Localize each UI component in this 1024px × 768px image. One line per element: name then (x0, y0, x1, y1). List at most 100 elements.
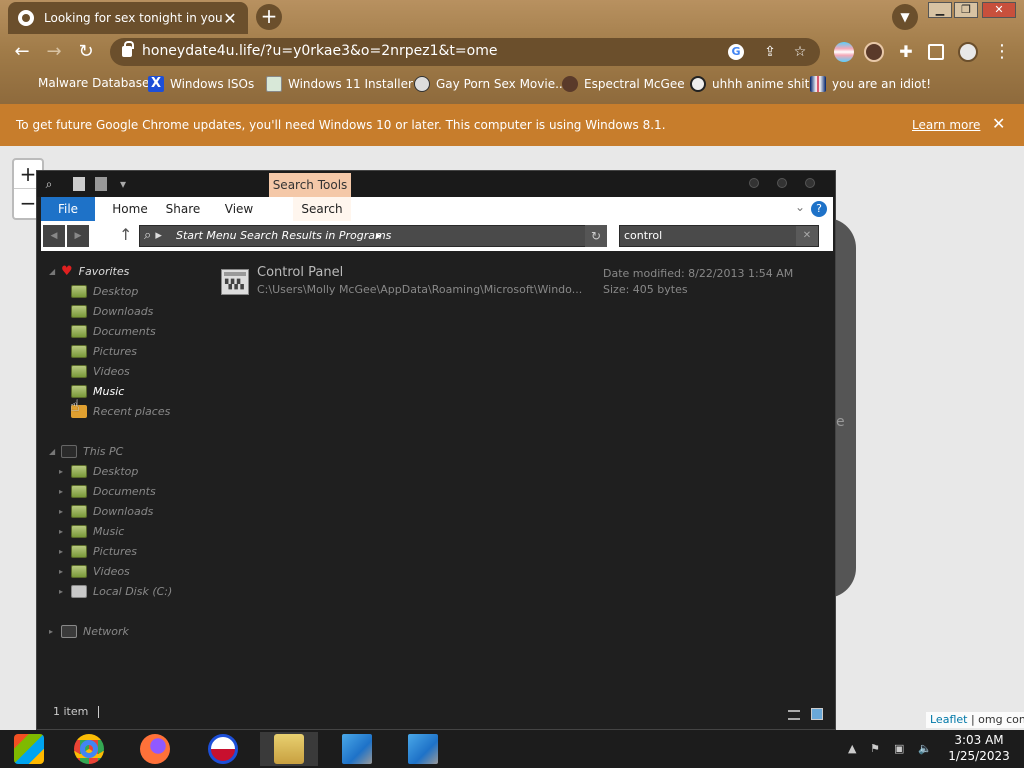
tab-view[interactable]: View (217, 197, 261, 221)
close-button[interactable] (805, 178, 815, 188)
restore-button[interactable]: ❐ (954, 2, 978, 18)
nav-favorites[interactable]: ◢ ♥ Favorites (49, 261, 130, 281)
infobar-close-icon[interactable]: ✕ (992, 114, 1005, 133)
uk-flag-icon (810, 76, 826, 92)
extension-flag-icon[interactable] (834, 42, 854, 62)
network-tray-icon[interactable]: ▣ (894, 742, 904, 755)
new-folder-icon[interactable] (95, 177, 107, 191)
address-bar[interactable]: honeydate4u.life/?u=y0rkae3&o=2nrpez1&t=… (110, 38, 820, 66)
extensions-puzzle-icon[interactable]: ✚ (896, 42, 916, 62)
bookmark-espectral-mcgee[interactable]: Espectral McGee (562, 76, 685, 92)
up-arrow-icon[interactable]: ↑ (119, 225, 132, 244)
nav-recent-places[interactable]: Recent places (71, 401, 170, 421)
expand-arrow-icon[interactable]: ▸ (59, 587, 63, 596)
bookmark-star-icon[interactable]: ☆ (792, 44, 808, 60)
minimize-button[interactable]: ▁ (928, 2, 952, 18)
back-button[interactable]: ◀ (43, 225, 65, 247)
expand-arrow-icon[interactable]: ◢ (49, 267, 55, 276)
nav-pc-music[interactable]: ▸ Music (59, 521, 124, 541)
nav-pc-pictures[interactable]: ▸ Pictures (59, 541, 137, 561)
profile-avatar-icon[interactable] (958, 42, 978, 62)
forward-button[interactable]: ▶ (67, 225, 89, 247)
nav-this-pc[interactable]: ◢ This PC (49, 441, 123, 461)
result-item[interactable]: Control Panel C:\Users\Molly McGee\AppDa… (217, 263, 817, 303)
taskbar-firefox[interactable] (126, 732, 184, 766)
taskbar-installer-1[interactable] (328, 732, 386, 766)
search-query[interactable]: control (624, 229, 662, 242)
nav-pc-desktop[interactable]: ▸ Desktop (59, 461, 138, 481)
bookmark-windows-11-installer[interactable]: Windows 11 Installer (266, 76, 413, 92)
tab-home[interactable]: Home (105, 197, 155, 221)
address-path[interactable]: Start Menu Search Results in Programs (176, 229, 391, 242)
expand-arrow-icon[interactable]: ▸ (59, 467, 63, 476)
back-button[interactable]: ← (10, 40, 34, 64)
explorer-address-bar[interactable]: ⌕ ▸ Start Menu Search Results in Program… (139, 225, 607, 247)
nav-pc-documents[interactable]: ▸ Documents (59, 481, 156, 501)
explorer-search-input[interactable]: control ✕ (619, 225, 819, 247)
new-tab-button[interactable]: + (256, 4, 282, 30)
reload-button[interactable]: ↻ (74, 40, 98, 64)
nav-favorites-downloads[interactable]: Downloads (71, 301, 153, 321)
tab-file[interactable]: File (41, 197, 95, 221)
expand-arrow-icon[interactable]: ▸ (59, 567, 63, 576)
leaflet-link[interactable]: Leaflet (930, 713, 967, 726)
nav-favorites-desktop[interactable]: Desktop (71, 281, 138, 301)
lock-icon[interactable] (122, 41, 134, 57)
nav-favorites-pictures[interactable]: Pictures (71, 341, 137, 361)
tab-close-icon[interactable]: ✕ (222, 9, 238, 28)
forward-button[interactable]: → (42, 40, 66, 64)
browser-tab[interactable]: Looking for sex tonight in your ar ✕ (8, 2, 248, 34)
show-hidden-icons-icon[interactable]: ▲ (848, 742, 856, 755)
large-icons-view-icon[interactable] (811, 708, 823, 720)
window-close-button[interactable]: ✕ (982, 2, 1016, 18)
nav-favorites-videos[interactable]: Videos (71, 361, 130, 381)
action-center-flag-icon[interactable]: ⚑ (870, 742, 880, 755)
clear-search-icon[interactable]: ✕ (796, 226, 818, 246)
expand-arrow-icon[interactable]: ◢ (49, 447, 55, 456)
bookmark-malware-database[interactable]: Malware Database (38, 76, 149, 90)
tab-search[interactable]: Search (293, 197, 351, 221)
taskbar-store[interactable] (0, 732, 58, 766)
help-icon[interactable]: ? (811, 201, 827, 217)
chrome-menu-icon[interactable]: ⋮ (990, 40, 1014, 64)
details-view-icon[interactable] (787, 710, 800, 720)
nav-label: Favorites (78, 264, 130, 278)
properties-icon[interactable] (73, 177, 85, 191)
folder-icon (71, 484, 87, 498)
side-panel-icon[interactable] (928, 44, 944, 60)
taskbar-installer-2[interactable] (394, 732, 452, 766)
bookmark-you-are-an-idiot[interactable]: you are an idiot! (810, 76, 931, 92)
refresh-icon[interactable]: ↻ (585, 225, 607, 247)
nav-pc-local-disk[interactable]: ▸ Local Disk (C:) (59, 581, 172, 601)
extension-avatar-icon[interactable] (864, 42, 884, 62)
learn-more-link[interactable]: Learn more (912, 118, 980, 132)
breadcrumb-chevron-icon[interactable]: ▸ (376, 229, 382, 242)
system-clock[interactable]: 3:03 AM 1/25/2023 (944, 732, 1014, 764)
x-logo-icon: X (148, 76, 164, 92)
nav-pc-videos[interactable]: ▸ Videos (59, 561, 130, 581)
expand-arrow-icon[interactable]: ▸ (59, 487, 63, 496)
maximize-button[interactable] (777, 178, 787, 188)
url-text[interactable]: honeydate4u.life/?u=y0rkae3&o=2nrpez1&t=… (142, 43, 497, 59)
nav-network[interactable]: ▸ Network (49, 621, 129, 641)
taskbar-file-explorer[interactable] (260, 732, 318, 766)
tab-search-icon[interactable]: ▼ (892, 4, 918, 30)
expand-arrow-icon[interactable]: ▸ (59, 547, 63, 556)
expand-ribbon-icon[interactable]: ⌄ (795, 200, 805, 214)
taskbar-obama[interactable] (194, 732, 252, 766)
google-icon[interactable]: G (728, 44, 744, 60)
taskbar-chrome[interactable] (60, 732, 118, 766)
customize-quick-access-icon[interactable]: ▾ (115, 176, 131, 192)
share-icon[interactable]: ⇪ (762, 44, 778, 60)
bookmark-windows-isos[interactable]: X Windows ISOs (148, 76, 254, 92)
volume-icon[interactable]: 🔈 (918, 742, 932, 755)
minimize-button[interactable] (749, 178, 759, 188)
bookmark-gay-porn[interactable]: Gay Porn Sex Movie... (414, 76, 567, 92)
expand-arrow-icon[interactable]: ▸ (49, 627, 53, 636)
expand-arrow-icon[interactable]: ▸ (59, 527, 63, 536)
tab-share[interactable]: Share (161, 197, 205, 221)
nav-pc-downloads[interactable]: ▸ Downloads (59, 501, 153, 521)
bookmark-anime[interactable]: uhhh anime shit (690, 76, 809, 92)
expand-arrow-icon[interactable]: ▸ (59, 507, 63, 516)
nav-favorites-documents[interactable]: Documents (71, 321, 156, 341)
